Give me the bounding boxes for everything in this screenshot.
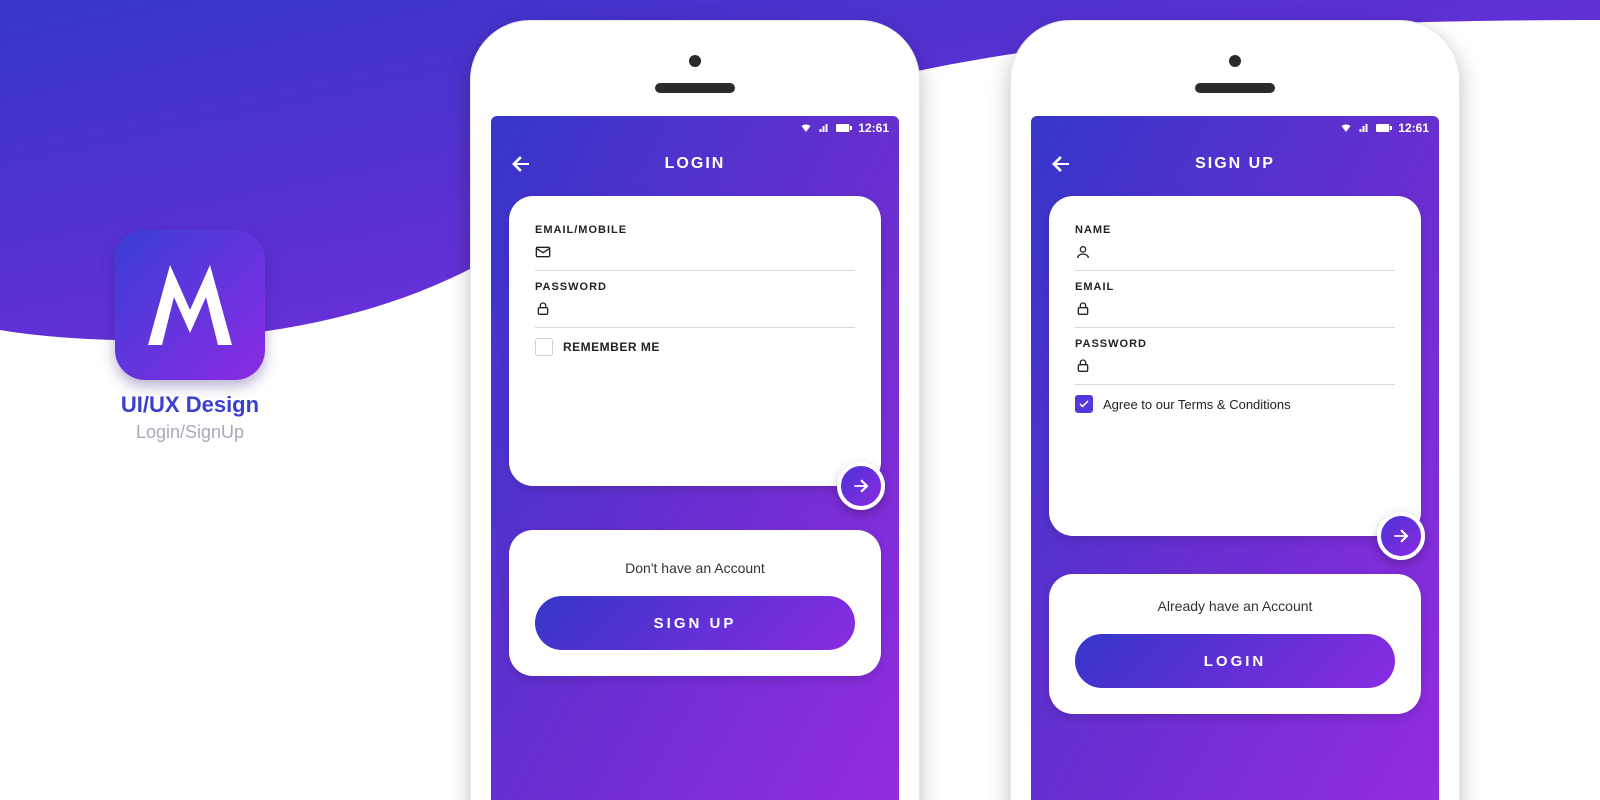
wifi-icon [1340,122,1352,134]
lock-icon [535,301,551,317]
signup-screen: 12:61 SIGN UP NAME EMAIL PASSWORD [1031,116,1439,800]
remember-label: REMEMBER ME [563,340,660,354]
signal-icon [1358,122,1370,134]
back-button[interactable] [509,152,533,181]
signup-password-field[interactable] [1075,350,1395,385]
brand-subtitle: Login/SignUp [90,422,290,443]
signup-submit-fab[interactable] [1377,512,1425,560]
brand-block: UI/UX Design Login/SignUp [90,230,290,443]
mail-icon [535,244,551,260]
login-title: LOGIN [665,155,726,173]
signup-titlebar: SIGN UP [1031,138,1439,190]
remember-checkbox[interactable] [535,338,553,356]
wifi-icon [800,122,812,134]
name-label: NAME [1075,224,1395,236]
battery-icon [836,123,852,133]
signup-title: SIGN UP [1195,155,1275,173]
phone-speaker [655,83,735,93]
signup-password-input[interactable] [1101,358,1395,374]
user-icon [1075,244,1091,260]
password-field[interactable] [535,293,855,328]
brand-title: UI/UX Design [90,392,290,418]
login-footer-card: Don't have an Account SIGN UP [509,530,881,676]
phone-camera [1229,55,1241,67]
agree-checkbox[interactable] [1075,395,1093,413]
phone-camera [689,55,701,67]
password-label: PASSWORD [535,281,855,293]
email-input[interactable] [561,244,855,260]
phone-mock-signup: 12:61 SIGN UP NAME EMAIL PASSWORD [1010,20,1460,800]
brand-logo-tile [115,230,265,380]
signup-footer-card: Already have an Account LOGIN [1049,574,1421,714]
login-card: EMAIL/MOBILE PASSWORD REMEMBER ME [509,196,881,486]
email-label: EMAIL/MOBILE [535,224,855,236]
check-icon [1078,398,1090,410]
signup-email-input[interactable] [1101,301,1395,317]
phone-speaker [1195,83,1275,93]
login-footer-msg: Don't have an Account [535,560,855,576]
signal-icon [818,122,830,134]
signup-email-field[interactable] [1075,293,1395,328]
status-time: 12:61 [1398,121,1429,135]
lock-icon [1075,301,1091,317]
phone-mock-login: 12:61 LOGIN EMAIL/MOBILE PASSWORD REMEMB… [470,20,920,800]
arrow-right-icon [851,476,871,496]
login-screen: 12:61 LOGIN EMAIL/MOBILE PASSWORD REMEMB… [491,116,899,800]
signup-button[interactable]: SIGN UP [535,596,855,650]
battery-icon [1376,123,1392,133]
login-button[interactable]: LOGIN [1075,634,1395,688]
name-input[interactable] [1101,244,1395,260]
signup-email-label: EMAIL [1075,281,1395,293]
email-field[interactable] [535,236,855,271]
back-button[interactable] [1049,152,1073,181]
arrow-left-icon [1049,152,1073,176]
status-time: 12:61 [858,121,889,135]
signup-password-label: PASSWORD [1075,338,1395,350]
password-input[interactable] [561,301,855,317]
arrow-left-icon [509,152,533,176]
arrow-right-icon [1391,526,1411,546]
login-submit-fab[interactable] [837,462,885,510]
agree-row[interactable]: Agree to our Terms & Conditions [1075,395,1395,413]
signup-footer-msg: Already have an Account [1075,598,1395,614]
login-titlebar: LOGIN [491,138,899,190]
lock-icon [1075,358,1091,374]
status-bar: 12:61 [491,116,899,138]
agree-label: Agree to our Terms & Conditions [1103,397,1291,412]
signup-card: NAME EMAIL PASSWORD Agree to our Terms &… [1049,196,1421,536]
name-field[interactable] [1075,236,1395,271]
brand-logo-m-icon [140,255,240,355]
remember-row[interactable]: REMEMBER ME [535,338,855,356]
status-bar: 12:61 [1031,116,1439,138]
